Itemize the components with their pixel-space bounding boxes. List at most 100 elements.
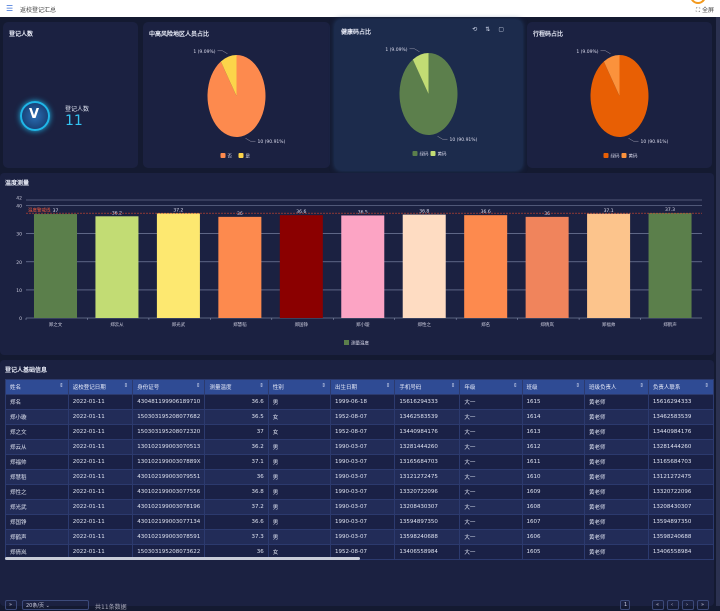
warning-line-label: 温度警戒线 — [28, 207, 51, 214]
column-header[interactable]: 姓名 ⇕ — [5, 379, 69, 395]
table-cell: 2022-01-11 — [67, 484, 134, 500]
menu-icon[interactable]: ☰ — [6, 4, 13, 13]
table-cell: 1990-03-07 — [329, 484, 396, 500]
table-cell: 2022-01-11 — [67, 514, 134, 530]
table-cell: 13594897350 — [394, 514, 461, 530]
next-page-button[interactable]: › — [682, 600, 694, 610]
column-header[interactable]: 班级 ⇕ — [521, 379, 586, 395]
horizontal-scrollbar[interactable] — [5, 557, 360, 560]
column-header[interactable]: 班级负责人 ⇕ — [584, 379, 649, 395]
table-row[interactable]: 郑鹤声 2022-01-11 430102199003078591 37.3 男 1990… — [5, 529, 714, 545]
page-button-current[interactable]: 1 — [620, 600, 630, 610]
vertical-scrollbar[interactable] — [716, 17, 720, 606]
table-cell: 13320722096 — [394, 484, 461, 500]
table-row[interactable]: 郑福帅 2022-01-11 13010219900307889X 37.1 男 1990… — [5, 454, 714, 470]
table-cell: 13165684703 — [394, 454, 461, 470]
table-row[interactable]: 郑名 2022-01-11 430481199906189710 36.6 男 1999-… — [5, 394, 714, 410]
legend-label[interactable]: 测量温度 — [351, 340, 369, 347]
table-row[interactable]: 郑光武 2022-01-11 430102199003078196 37.2 男 1990… — [5, 499, 714, 515]
bar[interactable] — [587, 213, 631, 318]
legend-swatch[interactable] — [412, 151, 418, 156]
table-cell: 1612 — [521, 439, 586, 455]
page-size-select[interactable]: 20条/页 ⌄ — [22, 600, 89, 610]
sort-icon[interactable]: ⇕ — [386, 383, 391, 389]
sort-icon[interactable]: ⇕ — [321, 383, 326, 389]
slice-label: 1 (9.09%) — [193, 49, 215, 55]
table-cell: 13440984176 — [647, 424, 714, 440]
legend-label[interactable]: 黄码 — [438, 151, 447, 158]
bar[interactable] — [341, 215, 385, 318]
table-cell: 36.6 — [204, 394, 269, 410]
page-jump-button[interactable]: » — [5, 600, 17, 610]
column-header[interactable]: 手机号码 ⇕ — [394, 379, 461, 395]
table-cell: 郑之文 — [5, 424, 69, 440]
pie-card-health: 健康码占比 ⟲⇅▢ 10 (90.91%) 1 (9.09%) 绿码 黄码 — [335, 20, 522, 170]
table-cell: 13440984176 — [394, 424, 461, 440]
bar[interactable] — [402, 214, 446, 318]
sort-icon[interactable]: ⇕ — [451, 383, 456, 389]
bar[interactable] — [218, 216, 262, 318]
legend-label[interactable]: 绿码 — [611, 153, 620, 160]
table-row[interactable]: 郑性之 2022-01-11 430102199003077556 36.8 男 1990… — [5, 484, 714, 500]
x-tick-label: 郑名 — [481, 321, 490, 328]
bar[interactable] — [279, 215, 323, 318]
legend-swatch[interactable] — [220, 153, 226, 158]
prev-page-button[interactable]: ‹ — [667, 600, 679, 610]
sort-icon[interactable]: ⇕ — [513, 383, 518, 389]
sort-icon[interactable]: ⇕ — [59, 383, 64, 389]
sort-icon[interactable]: ⇕ — [639, 383, 644, 389]
table-row[interactable]: 郑之文 2022-01-11 150303195208072320 37 女 1952-0… — [5, 424, 714, 440]
legend-label[interactable]: 黄码 — [629, 153, 638, 160]
bar[interactable] — [464, 215, 508, 318]
table-row[interactable]: 郑小璇 2022-01-11 150303195208077682 36.5 女 1952… — [5, 409, 714, 425]
table-scroll-area: 姓名 ⇕ 返校登记日期 ⇕ 身份证号 ⇕ 测量温度 ⇕ 性别 ⇕ 出生日期 ⇕ 手机号码 ⇕ 年级 ⇕ 班级 ⇕ 班… — [5, 379, 714, 579]
last-page-button[interactable]: » — [697, 600, 709, 610]
table-row[interactable]: 郑云从 2022-01-11 130102199003070513 36.2 男 1990… — [5, 439, 714, 455]
legend-swatch[interactable] — [344, 340, 349, 345]
sort-icon[interactable]: ⇕ — [704, 383, 709, 389]
first-page-button[interactable]: « — [652, 600, 664, 610]
table-cell: 150303195208077682 — [132, 409, 206, 425]
table-cell: 13121272475 — [647, 469, 714, 485]
label-line — [245, 138, 256, 142]
table-row[interactable]: 郑慧稻 2022-01-11 430102199003079551 36 男 1990-0… — [5, 469, 714, 485]
table-cell: 1615 — [521, 394, 586, 410]
table-cell: 37.1 — [204, 454, 269, 470]
sort-icon[interactable]: ⇕ — [124, 383, 129, 389]
bar[interactable] — [525, 216, 569, 318]
column-header[interactable]: 测量温度 ⇕ — [204, 379, 269, 395]
column-header[interactable]: 返校登记日期 ⇕ — [67, 379, 134, 395]
sort-icon[interactable]: ⇕ — [259, 383, 264, 389]
sort-icon[interactable]: ⇕ — [575, 383, 580, 389]
table-cell: 13281444260 — [647, 439, 714, 455]
column-header[interactable]: 出生日期 ⇕ — [329, 379, 396, 395]
legend-label[interactable]: 是 — [246, 154, 251, 160]
legend-swatch[interactable] — [430, 151, 436, 156]
table-cell: 430102199003079551 — [132, 469, 206, 485]
table-row[interactable]: 郑国铮 2022-01-11 430102199003077134 36.6 男 1990… — [5, 514, 714, 530]
bar[interactable] — [95, 216, 139, 318]
count-label: 登记人数 — [65, 106, 90, 113]
legend-swatch[interactable] — [238, 153, 244, 158]
column-header[interactable]: 年级 ⇕ — [459, 379, 523, 395]
table-cell: 13598240688 — [647, 529, 714, 545]
table-cell: 1990-03-07 — [329, 469, 396, 485]
column-header[interactable]: 负责人联系 ⇕ — [647, 379, 714, 395]
table-cell: 13594897350 — [647, 514, 714, 530]
bar[interactable] — [33, 214, 78, 318]
legend-swatch[interactable] — [621, 153, 627, 158]
bar[interactable] — [648, 213, 692, 318]
legend-label[interactable]: 否 — [228, 154, 233, 160]
table-cell: 黄老师 — [584, 544, 649, 560]
sort-icon[interactable]: ⇕ — [196, 383, 201, 389]
column-header[interactable]: 身份证号 ⇕ — [132, 379, 206, 395]
bar[interactable] — [156, 213, 200, 318]
legend-label[interactable]: 绿码 — [420, 151, 429, 158]
y-tick-label: 30 — [16, 232, 22, 238]
y-tick-label: 10 — [16, 288, 22, 294]
table-cell: 36.6 — [204, 514, 269, 530]
legend-swatch[interactable] — [603, 153, 609, 158]
fullscreen-button[interactable]: ⛶ 全屏 — [696, 5, 714, 15]
column-header[interactable]: 性别 ⇕ — [267, 379, 332, 395]
avatar[interactable] — [690, 0, 706, 4]
